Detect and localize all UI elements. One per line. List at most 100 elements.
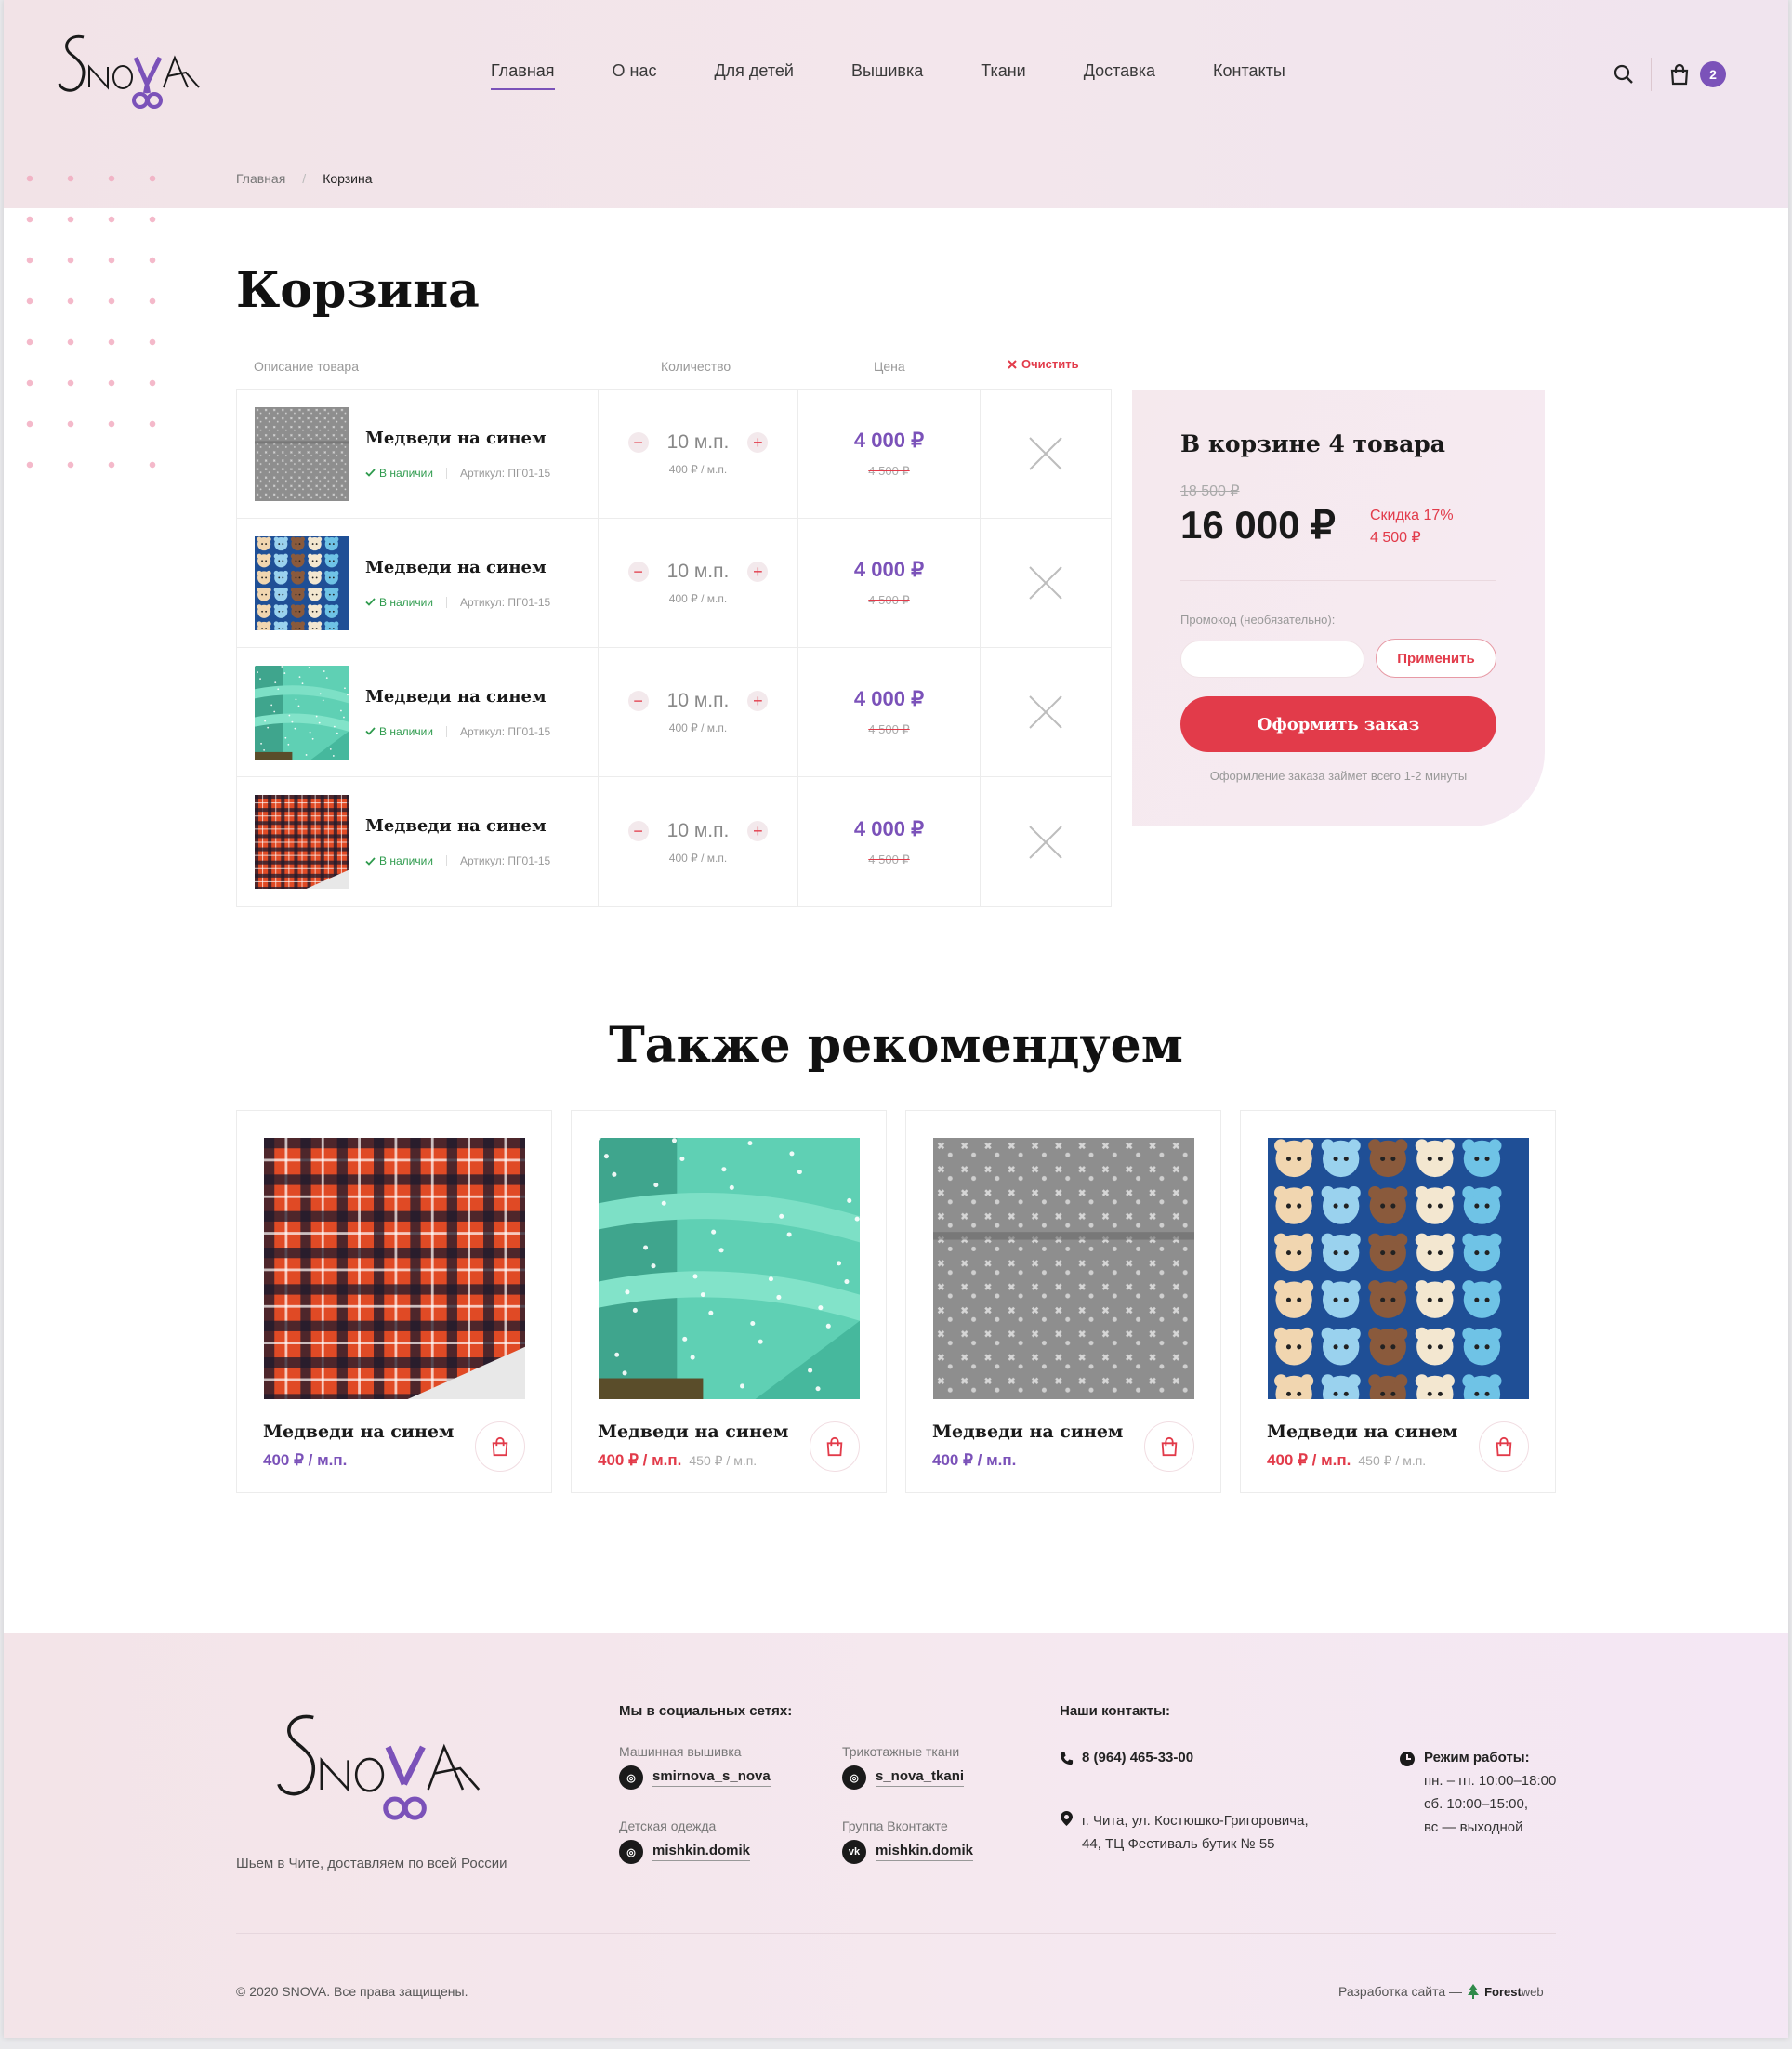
social-link-vk[interactable]: vk mishkin.domik	[842, 1840, 974, 1864]
add-to-cart-button[interactable]	[1479, 1421, 1529, 1472]
product-thumbnail[interactable]	[255, 406, 349, 501]
remove-item-icon[interactable]	[1028, 825, 1063, 860]
product-card-image[interactable]	[596, 1135, 860, 1399]
page-title: Корзина	[236, 262, 480, 319]
cart-remove-cell	[981, 390, 1111, 518]
cart-quantity-cell: −10 м.п. +400 ₽ / м.п.	[599, 519, 798, 647]
product-card-image[interactable]	[264, 1138, 544, 1418]
meta-divider	[446, 467, 448, 479]
product-name[interactable]: Медведи на синем	[365, 687, 550, 707]
shopping-bag-icon	[1496, 1436, 1512, 1457]
nav-delivery[interactable]: Доставка	[1084, 61, 1155, 90]
product-card-image[interactable]	[1268, 1138, 1529, 1413]
developer-credit[interactable]: Разработка сайта — Forest web	[1338, 1984, 1544, 1999]
breadcrumb-separator: /	[302, 171, 307, 186]
product-card[interactable]: Медведи на синем 400 ₽ / м.п. 450 ₽ / м.п.	[1240, 1110, 1556, 1493]
decrease-quantity-button[interactable]: −	[627, 562, 649, 582]
quantity-value[interactable]: 10 м.п.	[667, 690, 730, 712]
product-info: Медведи на синем В наличии Артикул: ПГ01-1…	[365, 558, 550, 609]
product-card-name[interactable]: Медведи на синем	[263, 1421, 454, 1442]
add-to-cart-button[interactable]	[810, 1421, 860, 1472]
social-label-kids: Детская одежда	[619, 1818, 717, 1833]
product-card-name[interactable]: Медведи на синем	[1267, 1421, 1457, 1442]
product-meta: В наличии Артикул: ПГ01-15	[365, 467, 550, 480]
product-card[interactable]: Медведи на синем 400 ₽ / м.п.	[236, 1110, 552, 1493]
hours-title: Режим работы:	[1424, 1750, 1530, 1765]
product-meta: В наличии Артикул: ПГ01-15	[365, 596, 550, 609]
product-thumbnail[interactable]	[255, 795, 356, 896]
nav-contacts[interactable]: Контакты	[1213, 61, 1285, 90]
checkout-note: Оформление заказа займет всего 1-2 минут…	[1209, 769, 1468, 783]
unit-price: 400 ₽ / м.п.	[668, 721, 728, 734]
remove-item-icon[interactable]	[1028, 694, 1063, 730]
nav-kids[interactable]: Для детей	[714, 61, 793, 90]
checkout-button[interactable]: Оформить заказ	[1180, 696, 1496, 752]
product-sku: Артикул: ПГ01-15	[460, 466, 551, 480]
increase-quantity-button[interactable]: +	[747, 432, 769, 453]
increase-quantity-button[interactable]: +	[747, 562, 769, 582]
search-icon[interactable]	[1614, 64, 1634, 85]
product-name[interactable]: Медведи на синем	[365, 558, 550, 577]
promo-input[interactable]	[1180, 641, 1364, 678]
breadcrumb-home[interactable]: Главная	[236, 171, 285, 186]
column-description: Описание товара	[254, 359, 359, 374]
nav-fabrics[interactable]: Ткани	[981, 61, 1025, 90]
product-card-price: 400 ₽ / м.п. 450 ₽ / м.п.	[1267, 1451, 1426, 1470]
in-stock-status: В наличии	[365, 596, 433, 609]
column-price: Цена	[874, 359, 905, 374]
footer-phone[interactable]: 8 (964) 465-33-00	[1082, 1746, 1193, 1769]
product-card-name[interactable]: Медведи на синем	[932, 1421, 1123, 1442]
product-card[interactable]: Медведи на синем 400 ₽ / м.п.	[905, 1110, 1221, 1493]
vk-icon: vk	[842, 1840, 866, 1864]
cart-product-cell: Медведи на синем В наличии Артикул: ПГ01-1…	[237, 519, 599, 647]
product-meta: В наличии Артикул: ПГ01-15	[365, 725, 550, 738]
nav-about[interactable]: О нас	[613, 61, 657, 90]
developer-label: Разработка сайта —	[1338, 1984, 1463, 1999]
nav-embroidery[interactable]: Вышивка	[851, 61, 923, 90]
shopping-bag-icon[interactable]	[1668, 63, 1691, 86]
stock-label: В наличии	[379, 724, 434, 738]
developer-brand-bold: Forest	[1484, 1984, 1522, 1999]
clear-cart-button[interactable]: Очистить	[1008, 357, 1079, 371]
increase-quantity-button[interactable]: +	[747, 691, 769, 711]
product-card-image[interactable]	[933, 1138, 1194, 1399]
checkmark-icon	[365, 727, 376, 735]
nav-home[interactable]: Главная	[491, 61, 555, 90]
decrease-quantity-button[interactable]: −	[627, 432, 649, 453]
summary-discount: Скидка 17% 4 500 ₽	[1370, 505, 1454, 549]
line-old-price: 4 500 ₽	[868, 593, 910, 607]
product-card-name[interactable]: Медведи на синем	[598, 1421, 788, 1442]
cart-product-cell: Медведи на синем В наличии Артикул: ПГ01-1…	[237, 648, 599, 776]
line-price: 4 000 ₽	[853, 429, 925, 452]
social-link-embroidery[interactable]: ◎ smirnova_s_nova	[619, 1765, 771, 1790]
cart-count-badge[interactable]: 2	[1700, 61, 1726, 87]
product-info: Медведи на синем В наличии Артикул: ПГ01-1…	[365, 687, 550, 738]
checkmark-icon	[365, 469, 376, 477]
product-sku: Артикул: ПГ01-15	[460, 724, 551, 738]
product-sku: Артикул: ПГ01-15	[460, 595, 551, 609]
product-thumbnail[interactable]	[254, 664, 349, 760]
product-thumbnail[interactable]	[255, 535, 349, 635]
quantity-value[interactable]: 10 м.п.	[667, 561, 730, 583]
remove-item-icon[interactable]	[1028, 565, 1063, 601]
summary-divider	[1180, 580, 1496, 581]
shopping-bag-icon	[492, 1436, 508, 1457]
product-name[interactable]: Медведи на синем	[365, 816, 550, 836]
apply-promo-button[interactable]: Применить	[1376, 639, 1496, 678]
product-name[interactable]: Медведи на синем	[365, 429, 550, 448]
footer-logo[interactable]	[273, 1707, 487, 1830]
decrease-quantity-button[interactable]: −	[627, 691, 649, 711]
remove-item-icon[interactable]	[1028, 436, 1063, 471]
social-link-kids[interactable]: ◎ mishkin.domik	[619, 1840, 751, 1864]
quantity-value[interactable]: 10 м.п.	[667, 431, 730, 454]
quantity-value[interactable]: 10 м.п.	[667, 820, 730, 842]
social-handle: s_nova_tkani	[876, 1768, 965, 1787]
add-to-cart-button[interactable]	[1144, 1421, 1194, 1472]
decrease-quantity-button[interactable]: −	[627, 820, 649, 841]
site-logo[interactable]	[56, 30, 204, 115]
increase-quantity-button[interactable]: +	[747, 820, 769, 841]
add-to-cart-button[interactable]	[475, 1421, 525, 1472]
current-price: 400 ₽ / м.п.	[263, 1451, 348, 1469]
social-link-knit[interactable]: ◎ s_nova_tkani	[842, 1765, 965, 1790]
product-card[interactable]: Медведи на синем 400 ₽ / м.п. 450 ₽ / м.п.	[571, 1110, 887, 1493]
